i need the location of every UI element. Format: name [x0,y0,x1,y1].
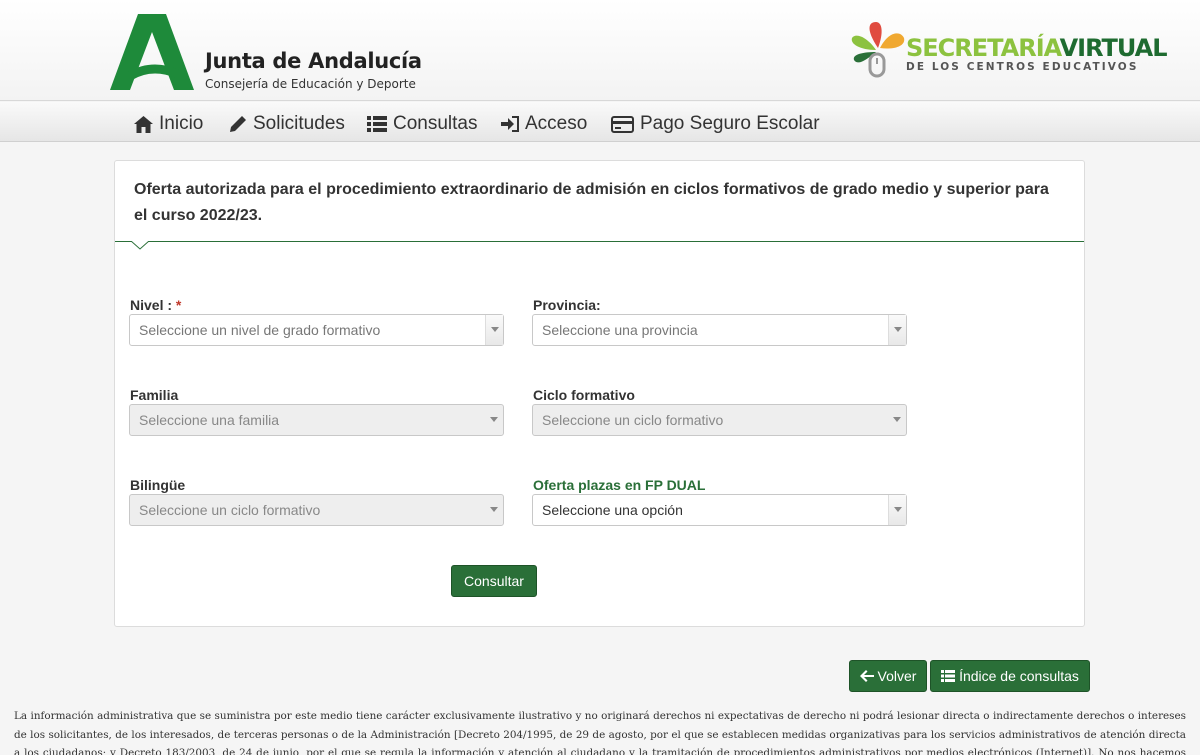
volver-label: Volver [877,668,917,684]
chevron-down-icon [888,405,906,435]
nav-label: Solicitudes [253,113,345,134]
panel-header: Oferta autorizada para el procedimiento … [115,161,1084,242]
nav-label: Consultas [393,113,478,134]
site-header: Junta de Andalucía Consejería de Educaci… [0,0,1200,101]
chevron-down-icon [485,495,503,525]
nav-item-acceso[interactable]: Acceso [501,112,587,136]
fp-dual-select-value: Seleccione una opción [542,502,683,518]
volver-button[interactable]: Volver [849,660,927,692]
nav-item-pago-seguro-escolar[interactable]: Pago Seguro Escolar [611,112,820,136]
secretaria-virtual-logo-icon[interactable] [848,20,908,80]
chevron-down-icon[interactable] [485,315,503,345]
indice-consultas-button[interactable]: Índice de consultas [930,660,1090,692]
page-title: Oferta autorizada para el procedimiento … [134,181,1049,224]
consultar-button[interactable]: Consultar [451,565,537,597]
chevron-down-icon[interactable] [888,315,906,345]
familia-select-placeholder: Seleccione una familia [139,412,280,428]
nav-label: Pago Seguro Escolar [640,113,820,134]
familia-select: Seleccione una familia [129,404,504,436]
sv-title-part-a: SECRETARÍA [906,34,1061,62]
sign-in-icon [501,116,519,132]
nivel-label: Nivel : * [130,297,181,313]
org-name: Junta de Andalucía [205,49,422,73]
chevron-down-icon[interactable] [888,495,906,525]
secretaria-virtual-subtitle: DE LOS CENTROS EDUCATIVOS [906,61,1139,73]
nav-label: Inicio [159,113,204,134]
nav-item-solicitudes[interactable]: Solicitudes [229,112,345,136]
junta-andalucia-logo[interactable] [110,14,194,90]
legal-disclaimer: La información administrativa que se sum… [14,710,1186,755]
credit-card-icon [611,115,634,133]
chevron-down-icon [485,405,503,435]
fp-dual-select[interactable]: Seleccione una opción [532,494,907,526]
fp-dual-label: Oferta plazas en FP DUAL [533,477,706,493]
org-subtitle: Consejería de Educación y Deporte [205,77,416,91]
bilingue-select-placeholder: Seleccione un ciclo formativo [139,502,321,518]
provincia-select-placeholder: Seleccione una provincia [542,322,698,338]
sv-title-part-b: VIRTUAL [1059,34,1168,62]
nivel-label-text: Nivel : [130,297,173,313]
arrow-left-icon [859,670,874,682]
header-notch [131,241,149,250]
ciclo-select-placeholder: Seleccione un ciclo formativo [542,412,724,428]
provincia-label: Provincia: [533,297,601,313]
list-icon [941,670,956,682]
list-icon [367,116,387,132]
pencil-icon [230,116,246,132]
nav-label: Acceso [525,113,588,134]
nav-item-inicio[interactable]: Inicio [134,112,203,136]
nivel-select-placeholder: Seleccione un nivel de grado formativo [139,322,381,338]
required-mark: * [175,297,182,313]
ciclo-formativo-label: Ciclo formativo [533,387,635,403]
secretaria-virtual-title: SECRETARÍAVIRTUAL [906,34,1168,62]
nivel-select[interactable]: Seleccione un nivel de grado formativo [129,314,504,346]
query-panel: Oferta autorizada para el procedimiento … [114,160,1085,627]
main-nav: Inicio Solicitudes Consultas Acceso Pago… [0,102,1200,142]
home-icon [134,115,153,133]
bilingue-label: Bilingüe [130,477,186,493]
nav-item-consultas[interactable]: Consultas [367,112,478,136]
familia-label: Familia [130,387,179,403]
bilingue-select: Seleccione un ciclo formativo [129,494,504,526]
provincia-select[interactable]: Seleccione una provincia [532,314,907,346]
ciclo-formativo-select: Seleccione un ciclo formativo [532,404,907,436]
indice-consultas-label: Índice de consultas [959,668,1079,684]
